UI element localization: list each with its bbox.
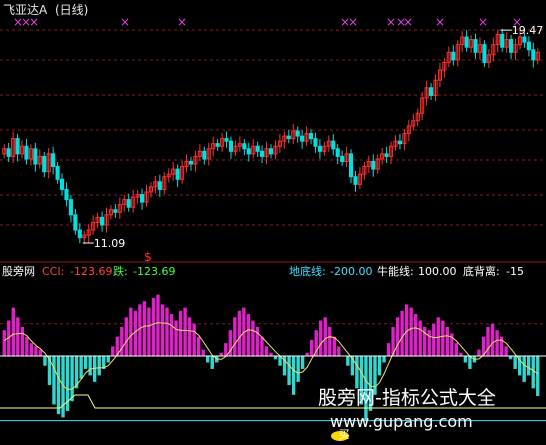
candle-body: [224, 138, 229, 142]
bull-line-value: 100.00: [418, 265, 457, 278]
candle-body: [255, 145, 260, 152]
candle-body: [228, 140, 234, 152]
candle-body: [295, 130, 300, 137]
divergence-value: -15: [506, 265, 524, 278]
low-price-label: 11.09: [94, 237, 126, 250]
bull-line-label: 牛能线:: [377, 264, 414, 278]
candle-body: [126, 199, 131, 208]
candle-body: [202, 150, 207, 160]
candle-body: [340, 155, 345, 162]
ground-line-value: -200.00: [330, 265, 372, 278]
candle-body: [175, 168, 180, 180]
fall-value: -123.69: [133, 265, 175, 278]
candle-body: [335, 148, 340, 157]
period-label: (日线): [55, 3, 88, 17]
watermark-url: www.gupang.com: [330, 412, 473, 431]
candle-body: [331, 140, 336, 150]
candle-body: [73, 214, 78, 231]
chart-canvas[interactable]: 19.4711.09飞亚达A (日线)××× × × ×× × ×× × × ×$股旁网 CCI: -…: [0, 0, 546, 445]
stock-chart-window: 19.47 11.09 飞亚达A (日线) × × × × × × × × × × × × × $ 股旁网 CCI: -…: [0, 0, 546, 445]
candle-body: [51, 153, 56, 168]
candle-body: [526, 41, 531, 51]
candle-body: [464, 36, 469, 48]
top-signal-marker: ×: [348, 15, 358, 29]
top-signal-marker: ×: [386, 15, 396, 29]
candle-body: [451, 51, 456, 61]
candle-body: [113, 209, 118, 213]
candle-body: [286, 135, 291, 140]
candle-body: [500, 33, 505, 48]
candle-body: [77, 229, 82, 239]
candle-body: [482, 44, 487, 63]
candle-body: [24, 145, 29, 160]
top-signal-marker: ×: [478, 15, 488, 29]
candle-body: [33, 148, 38, 165]
top-signal-marker: ×: [29, 15, 39, 29]
candle-body: [59, 178, 65, 190]
candle-body: [308, 133, 314, 140]
top-signal-marker: ×: [177, 15, 187, 29]
divergence-label: 底背离:: [463, 264, 500, 278]
candle-body: [15, 138, 20, 155]
candle-body: [531, 49, 536, 61]
candle-body: [242, 143, 247, 150]
candle-body: [384, 153, 389, 157]
candle-body: [317, 145, 322, 152]
candle-body: [473, 39, 478, 53]
ground-line-label: 地底线:: [289, 264, 326, 278]
candle-body: [140, 194, 145, 203]
top-signal-marker: ×: [120, 15, 130, 29]
candle-body: [215, 143, 220, 147]
cci-value: -123.69: [70, 265, 112, 278]
candle-body: [68, 199, 73, 216]
candle-body: [397, 140, 402, 145]
candle-body: [55, 166, 60, 180]
candle-body: [157, 181, 162, 190]
candle-body: [522, 36, 527, 43]
cci-label: CCI:: [42, 265, 64, 278]
fall-label: 跌:: [113, 264, 128, 278]
indicator-source-label: 股旁网: [2, 264, 35, 278]
candle-body: [64, 188, 69, 201]
candle-body: [99, 216, 105, 226]
candle-body: [188, 160, 194, 165]
top-signal-marker: ×: [403, 15, 413, 29]
candle-body: [429, 87, 434, 96]
candle-body: [509, 39, 514, 53]
candle-body: [348, 153, 354, 178]
candle-body: [246, 148, 251, 155]
top-signal-marker: ×: [512, 15, 522, 29]
candle-body: [260, 150, 265, 157]
watermark-title: 股旁网-指标公式大全: [318, 387, 496, 409]
candle-body: [300, 135, 305, 142]
candle-body: [313, 138, 318, 147]
top-signal-marker: ×: [435, 15, 445, 29]
candle-body: [353, 176, 358, 185]
candle-body: [268, 148, 274, 155]
candle-body: [42, 155, 47, 173]
candle-body: [6, 148, 11, 157]
candle-body: [371, 160, 376, 170]
